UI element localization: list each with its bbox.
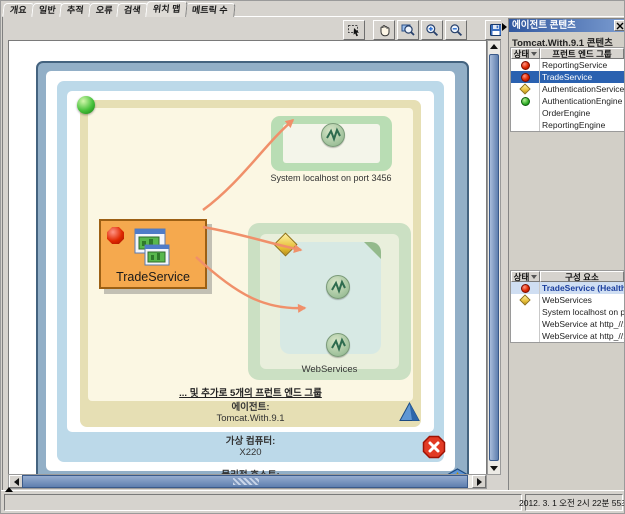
tab-errors[interactable]: 오류 (87, 3, 120, 17)
hand-icon (380, 25, 390, 37)
system-node[interactable] (271, 116, 392, 171)
agent-contents-panel: 에이전트 콘텐츠 Tomcat.With.9.1 콘텐츠 상태 프런트 엔드 그… (508, 18, 624, 492)
table-row[interactable]: WebService at http_//12... (511, 330, 624, 342)
virtual-machine-label: 가상 컴퓨터: (225, 436, 276, 447)
more-frontend-groups-note[interactable]: ... 및 추가로 5개의 프런트 엔드 그룹 (88, 385, 413, 399)
map-view: System localhost on port 3456 WebService… (2, 16, 624, 492)
vertical-scrollbar-thumb[interactable] (489, 54, 499, 461)
status-red-icon (520, 283, 530, 293)
tab-location-map[interactable]: 위치 맵 (144, 1, 188, 17)
zoom-region-icon (401, 24, 415, 36)
statusbar-resize-icon[interactable] (5, 487, 13, 492)
status-header-label: 상태 (513, 48, 530, 59)
zoom-out-icon (450, 24, 463, 37)
table-row[interactable]: ReportingService (511, 59, 624, 71)
frontend-group-column-header[interactable]: 프런트 엔드 그룹 (540, 48, 624, 59)
status-green-icon (520, 96, 530, 106)
table-row[interactable]: WebService at http_//12... (511, 318, 624, 330)
metric-icon[interactable] (326, 275, 350, 299)
application-windows-icon (131, 228, 175, 273)
component-column-header[interactable]: 구성 요소 (540, 271, 624, 282)
clock-field: 2012. 3. 1 오전 2시 22분 55초 (519, 494, 624, 511)
horizontal-scrollbar[interactable] (8, 474, 487, 489)
horizontal-scrollbar-thumb[interactable] (22, 475, 468, 488)
table-row[interactable]: OrderEngine (511, 107, 624, 119)
sort-desc-icon (531, 274, 538, 279)
tab-general[interactable]: 일반 (30, 3, 63, 17)
scroll-up-icon[interactable] (490, 44, 498, 49)
tab-search[interactable]: 검색 (116, 3, 149, 17)
agent-band: 에이전트: Tomcat.With.9.1 (80, 402, 421, 424)
metric-icon[interactable] (321, 123, 345, 147)
webservices-group[interactable]: WebServices (248, 223, 411, 380)
components-table: 상태 구성 요소 TradeService (Health) WebServic… (510, 270, 624, 343)
virtual-machine-name: X220 (239, 447, 262, 458)
zoom-region-button[interactable] (397, 20, 419, 40)
virtual-machine-band: 가상 컴퓨터: X220 (57, 436, 444, 458)
scroll-down-icon[interactable] (490, 466, 498, 471)
status-column-header[interactable]: 상태 (511, 48, 540, 59)
trade-service-node[interactable]: TradeService (99, 219, 207, 289)
table-row[interactable]: WebServices (511, 294, 624, 306)
status-red-icon (520, 72, 530, 82)
pan-tool-button[interactable] (373, 20, 395, 40)
panel-title: 에이전트 콘텐츠 (509, 19, 624, 32)
agent-status-sphere-icon[interactable] (77, 96, 95, 114)
trade-service-label: TradeService (116, 270, 190, 284)
zoom-in-button[interactable] (421, 20, 443, 40)
status-bar: 2012. 3. 1 오전 2시 22분 55초 (1, 487, 624, 513)
status-red-icon (520, 60, 530, 70)
metric-icon[interactable] (326, 333, 350, 357)
webservices-label: WebServices (301, 364, 358, 375)
map-toolbar (7, 19, 507, 41)
zoom-out-button[interactable] (445, 20, 467, 40)
system-node-label: System localhost on port 3456 (270, 173, 392, 183)
table-row[interactable]: AuthenticationService (511, 83, 624, 95)
table-row-selected[interactable]: TradeService (511, 71, 624, 83)
marquee-select-icon (347, 24, 359, 36)
scroll-right-icon (476, 477, 482, 486)
scroll-left-icon (13, 477, 19, 486)
status-yellow-icon (519, 83, 531, 95)
map-canvas[interactable]: System localhost on port 3456 WebService… (8, 40, 487, 475)
table-row[interactable]: AuthenticationEngine (511, 95, 624, 107)
application-window: 개요 일반 추적 오류 검색 위치 맵 메트릭 수 System localho… (0, 0, 625, 514)
folded-corner-icon (364, 242, 381, 259)
marquee-select-button[interactable] (343, 20, 365, 40)
tab-traces[interactable]: 추적 (59, 3, 92, 17)
table-row[interactable]: System localhost on por... (511, 306, 624, 318)
agent-label: 에이전트: (231, 402, 270, 413)
panel-splitter[interactable] (501, 19, 508, 487)
thumb-grip (233, 478, 259, 485)
tab-metric-count[interactable]: 메트릭 수 (184, 3, 236, 17)
status-header-label: 상태 (513, 271, 530, 282)
status-message-field (4, 494, 522, 511)
scroll-right-button[interactable] (472, 475, 486, 488)
agent-name: Tomcat.With.9.1 (216, 413, 285, 424)
status-column-header[interactable]: 상태 (511, 271, 540, 282)
table-header-row: 상태 프런트 엔드 그룹 (511, 48, 624, 59)
status-red-icon (107, 227, 124, 244)
frontend-groups-table: 상태 프런트 엔드 그룹 ReportingService TradeServi… (510, 47, 624, 132)
close-icon (616, 22, 623, 29)
table-row[interactable]: ReportingEngine (511, 119, 624, 131)
status-yellow-icon (519, 294, 531, 306)
tab-overview[interactable]: 개요 (2, 3, 35, 17)
collapse-panel-icon[interactable] (502, 23, 507, 31)
sort-desc-icon (531, 51, 538, 56)
vertical-scrollbar[interactable] (487, 40, 501, 475)
error-x-icon[interactable] (422, 435, 446, 464)
zoom-in-icon (426, 24, 439, 37)
table-header-row: 상태 구성 요소 (511, 271, 624, 282)
panel-close-button[interactable] (614, 20, 624, 31)
table-row-highlighted[interactable]: TradeService (Health) (511, 282, 624, 294)
tab-bar: 개요 일반 추적 오류 검색 위치 맵 메트릭 수 (2, 1, 236, 17)
pyramid-icon[interactable] (398, 401, 421, 428)
